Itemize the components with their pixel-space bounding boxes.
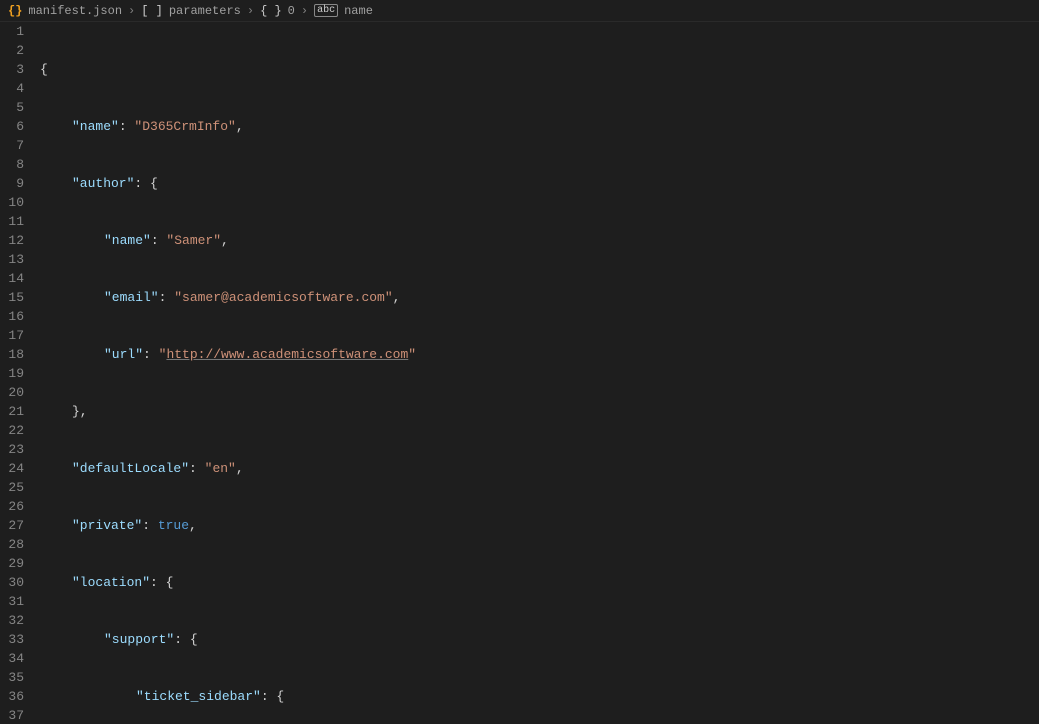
breadcrumb-seg-0[interactable]: 0 [288,4,295,18]
json-key: "defaultLocale" [72,461,189,476]
json-key: "ticket_sidebar" [136,689,261,704]
json-key: "location" [72,575,150,590]
json-key: "email" [104,290,159,305]
url-link[interactable]: http://www.academicsoftware.com [166,347,408,362]
chevron-right-icon: › [247,4,254,18]
json-key: "support" [104,632,174,647]
json-key: "name" [72,119,119,134]
json-bool: true [158,518,189,533]
brace-open: { [40,62,48,77]
json-string: "D365CrmInfo" [134,119,235,134]
json-key: "name" [104,233,151,248]
breadcrumb-obj-icon: { } [260,4,282,18]
breadcrumb-seg-parameters[interactable]: parameters [169,4,241,18]
breadcrumb-seg-name[interactable]: name [344,4,373,18]
breadcrumb-array-icon: [ ] [141,4,163,18]
string-icon: abc [314,4,338,17]
json-string: "Samer" [166,233,221,248]
json-string: "en" [205,461,236,476]
json-string: "samer@academicsoftware.com" [174,290,392,305]
json-key: "private" [72,518,142,533]
code-content[interactable]: { "name": "D365CrmInfo", "author": { "na… [36,22,1039,724]
breadcrumb[interactable]: {} manifest.json › [ ] parameters › { } … [0,0,1039,22]
line-number-gutter: 1234567891011121314151617181920212223242… [0,22,36,724]
json-file-icon: {} [8,4,22,18]
json-key: "author" [72,176,134,191]
chevron-right-icon: › [301,4,308,18]
code-editor[interactable]: 1234567891011121314151617181920212223242… [0,22,1039,724]
chevron-right-icon: › [128,4,135,18]
json-key: "url" [104,347,143,362]
breadcrumb-file[interactable]: manifest.json [28,4,122,18]
